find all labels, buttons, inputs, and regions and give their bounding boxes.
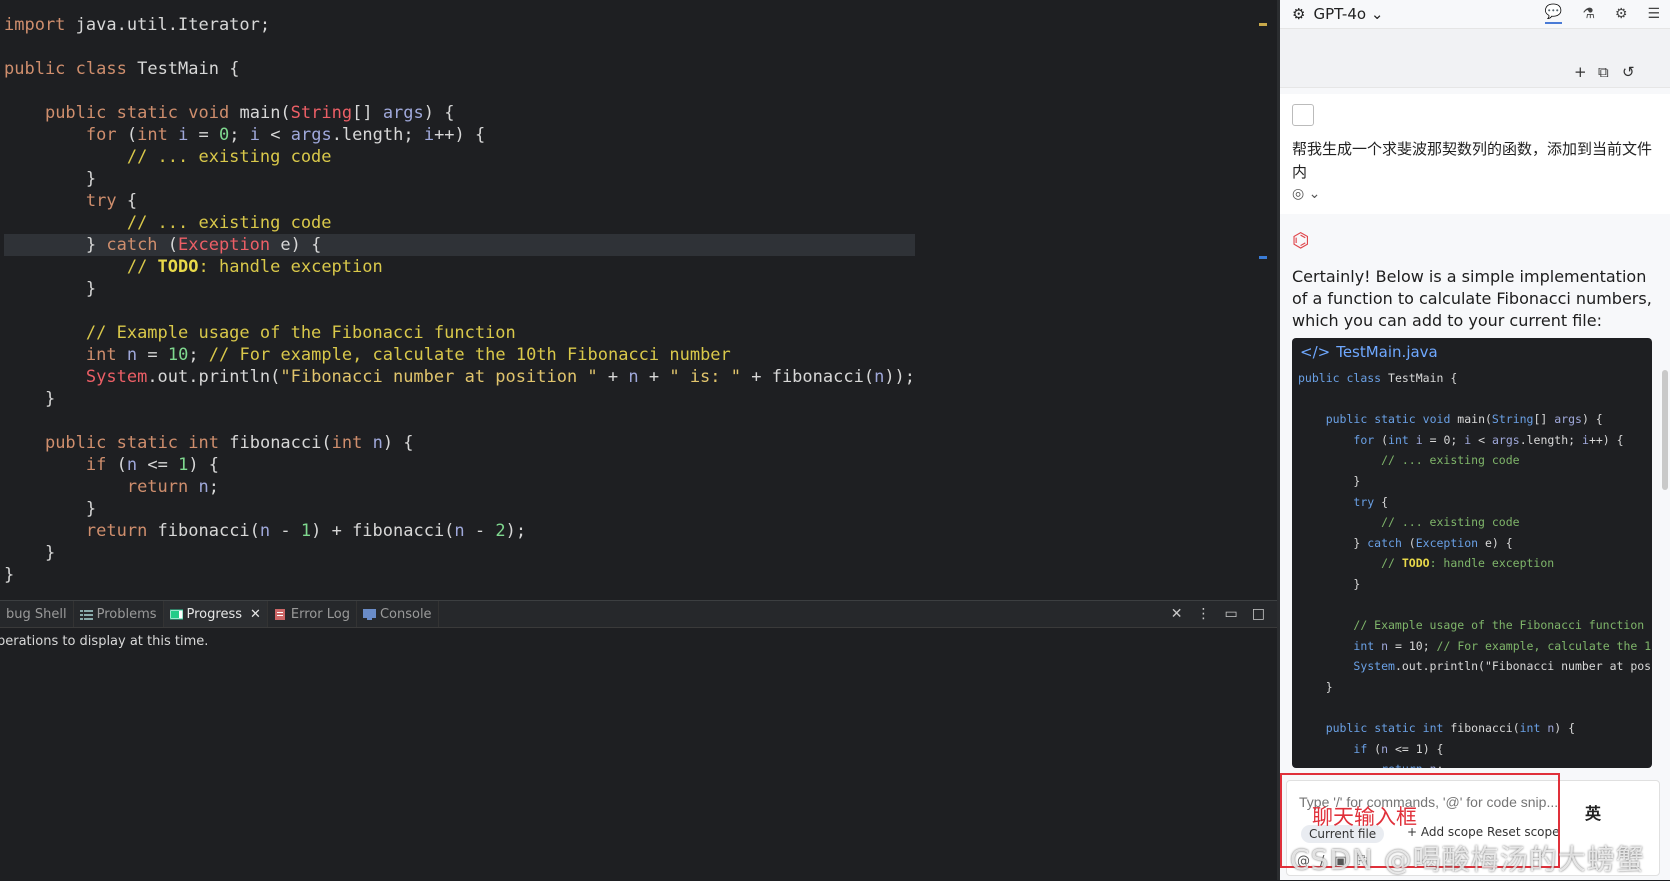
progress-empty-message: perations to display at this time. (0, 634, 209, 649)
avatar (1292, 104, 1314, 126)
code-line[interactable]: return fibonacci(n - 1) + fibonacci(n - … (4, 520, 915, 542)
assistant-intro: Certainly! Below is a simple implementat… (1292, 267, 1652, 330)
tab-progress[interactable]: Progress ✕ (163, 601, 268, 627)
code-line[interactable]: } (4, 168, 915, 190)
close-icon[interactable]: ✕ (250, 607, 261, 622)
problems-icon (79, 609, 93, 620)
code-line[interactable]: } (4, 388, 915, 410)
code-line[interactable]: // TODO: handle exception (4, 256, 915, 278)
model-icon: ⚙ (1292, 5, 1306, 23)
code-line[interactable] (4, 36, 915, 58)
code-line[interactable]: // ... existing code (4, 146, 915, 168)
code-line[interactable]: public static void main(String[] args) { (4, 102, 915, 124)
chat-icon[interactable]: 💬 (1544, 4, 1563, 24)
code-line[interactable]: } (4, 542, 915, 564)
code-line[interactable]: return n; (4, 476, 915, 498)
bottom-panel-tabs: bug Shell Problems Progress ✕ Error Log … (0, 601, 1277, 628)
settings-icon[interactable]: ⚙ (1615, 6, 1628, 22)
code-file-name: TestMain.java (1336, 343, 1438, 361)
code-line[interactable]: for (int i = 0; i < args.length; i++) { (4, 124, 915, 146)
code-line[interactable]: public class TestMain { (4, 58, 915, 80)
tab-label: Error Log (290, 606, 350, 622)
minimize-icon[interactable]: ▭ (1225, 606, 1238, 622)
panel-toolbar: ✕ ⋮ ▭ □ (1171, 606, 1277, 622)
remove-all-icon[interactable]: ✕ (1171, 606, 1183, 622)
code-icon: </> (1300, 343, 1331, 361)
code-line[interactable]: System.out.println("Fibonacci number at … (4, 366, 915, 388)
code-line[interactable] (4, 410, 915, 432)
tab-label: Problems (96, 606, 157, 622)
tab-label: bug Shell (6, 606, 67, 622)
code-line[interactable] (4, 80, 915, 102)
code-line[interactable]: } (4, 564, 915, 586)
new-chat-icon[interactable]: + (1574, 63, 1587, 81)
history-icon[interactable]: ↺ (1622, 63, 1635, 81)
tab-console[interactable]: Console (357, 601, 439, 627)
maximize-icon[interactable]: □ (1252, 606, 1265, 622)
chat-scrollbar[interactable] (1662, 370, 1668, 490)
chat-header: ⚙ GPT-4o ⌄ 💬 ⚗ ⚙ ☰ (1280, 0, 1670, 29)
tab-debug-shell[interactable]: bug Shell (0, 601, 74, 627)
console-icon (362, 608, 376, 620)
code-line[interactable]: try { (4, 190, 915, 212)
assistant-logo-icon: ⌬ (1292, 228, 1310, 252)
chat-header-icons: 💬 ⚗ ⚙ ☰ (1544, 0, 1660, 28)
user-message: 帮我生成一个求斐波那契数列的函数，添加到当前文件内 ◎ ⌄ (1280, 94, 1670, 214)
model-selector[interactable]: GPT-4o ⌄ (1313, 5, 1383, 23)
editor-code[interactable]: import java.util.Iterator; public class … (4, 14, 916, 586)
model-name: GPT-4o (1313, 5, 1367, 23)
occurrence-marker[interactable] (1259, 256, 1267, 259)
code-line[interactable]: // Example usage of the Fibonacci functi… (4, 322, 915, 344)
tab-error-log[interactable]: Error Log (268, 601, 357, 627)
code-line[interactable]: if (n <= 1) { (4, 454, 915, 476)
code-block-content: public class TestMain { public static vo… (1298, 371, 1652, 768)
code-line[interactable]: // ... existing code (4, 212, 915, 234)
tab-label: Progress (186, 606, 242, 622)
error-log-icon (274, 608, 287, 620)
code-line[interactable]: public static int fibonacci(int n) { (4, 432, 915, 454)
code-line[interactable]: import java.util.Iterator; (4, 14, 915, 36)
code-block-header[interactable]: </> TestMain.java (1292, 338, 1652, 366)
tab-label: Console (379, 606, 432, 622)
chat-panel: ⚙ GPT-4o ⌄ 💬 ⚗ ⚙ ☰ + ⧉ ↺ 帮我生成一个求斐波那契数列的函… (1280, 0, 1670, 880)
annotation-label: 聊天输入框 (1312, 805, 1417, 829)
view-menu-icon[interactable]: ⋮ (1197, 606, 1211, 622)
code-line[interactable]: int n = 10; // For example, calculate th… (4, 344, 915, 366)
menu-icon[interactable]: ☰ (1647, 6, 1660, 22)
warning-marker[interactable] (1259, 23, 1267, 26)
code-line[interactable] (4, 300, 915, 322)
watermark: CSDN @喝酸梅汤的大螃蟹 (1290, 843, 1645, 876)
progress-icon (169, 609, 184, 620)
context-icon[interactable]: ◎ ⌄ (1292, 186, 1658, 202)
chat-actions-bar: + ⧉ ↺ (1280, 29, 1670, 88)
lab-icon[interactable]: ⚗ (1582, 6, 1595, 22)
assistant-message: ⌬ Certainly! Below is a simple implement… (1280, 214, 1670, 768)
tab-problems[interactable]: Problems (74, 601, 164, 627)
user-message-text: 帮我生成一个求斐波那契数列的函数，添加到当前文件内 (1292, 140, 1653, 181)
ime-indicator: 英 (1585, 804, 1602, 823)
bottom-panel: bug Shell Problems Progress ✕ Error Log … (0, 600, 1277, 881)
code-block: </> TestMain.java public class TestMain … (1292, 338, 1652, 768)
editor-overview-ruler[interactable] (1259, 0, 1267, 600)
code-line[interactable]: } catch (Exception e) { (4, 234, 916, 256)
copy-icon[interactable]: ⧉ (1598, 63, 1609, 81)
code-line[interactable]: } (4, 278, 915, 300)
code-editor[interactable]: import java.util.Iterator; public class … (0, 0, 1277, 600)
code-line[interactable]: } (4, 498, 915, 520)
